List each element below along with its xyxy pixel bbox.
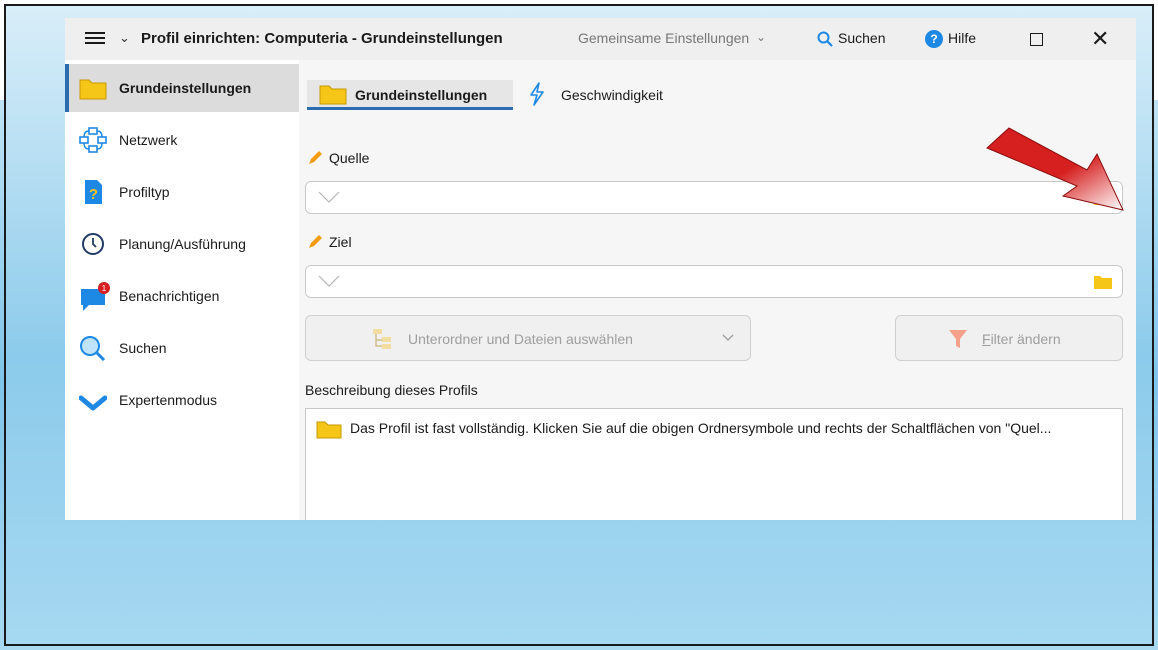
- filter-label: Filter ändern: [982, 331, 1061, 347]
- chevron-down-icon: [722, 334, 734, 341]
- subfolders-button[interactable]: Unterordner und Dateien auswählen: [305, 315, 751, 361]
- search-icon[interactable]: [817, 31, 833, 47]
- help-button[interactable]: Hilfe: [948, 30, 976, 46]
- sidebar-item-label: Suchen: [119, 340, 167, 356]
- shared-settings-button[interactable]: Gemeinsame Einstellungen: [578, 30, 749, 46]
- filter-button[interactable]: Filter ändern: [895, 315, 1123, 361]
- sidebar-item-suchen[interactable]: Suchen: [65, 324, 299, 372]
- target-label: Ziel: [329, 234, 352, 250]
- clock-icon: [82, 233, 104, 255]
- network-icon: [79, 127, 107, 153]
- sidebar-item-label: Expertenmodus: [119, 392, 218, 408]
- app-window: ⌄ Profil einrichten: Computeria - Grunde…: [65, 18, 1136, 520]
- chat-bubble-icon: 1: [81, 282, 110, 311]
- source-label: Quelle: [329, 150, 370, 166]
- sidebar-item-label: Netzwerk: [119, 132, 178, 148]
- sidebar-item-label: Profiltyp: [119, 184, 170, 200]
- subfolders-label: Unterordner und Dateien auswählen: [408, 331, 633, 347]
- tab-label: Geschwindigkeit: [561, 87, 663, 103]
- folder-icon: [79, 79, 107, 100]
- sidebar-item-planung[interactable]: Planung/Ausführung: [65, 220, 299, 268]
- tab-label: Grundeinstellungen: [355, 87, 488, 103]
- chevron-down-icon: [79, 395, 107, 411]
- chevron-down-icon[interactable]: [318, 275, 340, 287]
- description-text: Das Profil ist fast vollständig. Klicken…: [350, 420, 1052, 436]
- folder-icon: [316, 421, 342, 439]
- folder-icon: [319, 85, 347, 105]
- sidebar-item-label: Benachrichtigen: [119, 288, 220, 304]
- maximize-icon[interactable]: [1030, 33, 1043, 46]
- magnifier-icon: [80, 336, 106, 361]
- sidebar-item-label: Planung/Ausführung: [119, 236, 246, 252]
- help-icon[interactable]: ?: [925, 30, 943, 48]
- target-folder-icon[interactable]: [1094, 275, 1112, 289]
- description-box: Das Profil ist fast vollständig. Klicken…: [305, 408, 1123, 520]
- title-bar: ⌄ Profil einrichten: Computeria - Grunde…: [65, 18, 1136, 60]
- description-label: Beschreibung dieses Profils: [305, 382, 478, 398]
- pencil-icon: [309, 151, 322, 164]
- tab-grundeinstellungen[interactable]: Grundeinstellungen: [307, 80, 513, 110]
- target-combobox[interactable]: [305, 265, 1123, 298]
- filter-icon: [949, 330, 967, 348]
- sidebar-item-expertenmodus[interactable]: Expertenmodus: [65, 376, 299, 424]
- question-file-icon: ?: [85, 180, 102, 204]
- window-title: Profil einrichten: Computeria - Grundein…: [141, 30, 503, 47]
- pencil-icon: [309, 235, 322, 248]
- chevron-down-icon[interactable]: ⌄: [756, 30, 766, 44]
- sidebar-item-benachrichtigen[interactable]: 1 Benachrichtigen: [65, 272, 299, 320]
- svg-text:?: ?: [89, 186, 98, 203]
- lightning-icon: [530, 82, 544, 106]
- chevron-down-icon[interactable]: ⌄: [119, 30, 130, 46]
- red-arrow-annotation: [986, 127, 1124, 211]
- sidebar-item-label: Grundeinstellungen: [119, 80, 252, 96]
- close-icon[interactable]: ✕: [1091, 26, 1109, 52]
- menu-icon[interactable]: [85, 29, 105, 49]
- sidebar-item-netzwerk[interactable]: Netzwerk: [65, 116, 299, 164]
- sidebar: Grundeinstellungen Netzwerk ? Profiltyp: [65, 60, 299, 520]
- notification-badge: 1: [102, 284, 107, 293]
- chevron-down-icon[interactable]: [318, 191, 340, 203]
- search-button[interactable]: Suchen: [838, 30, 885, 46]
- tree-icon: [373, 329, 391, 349]
- sidebar-item-grundeinstellungen[interactable]: Grundeinstellungen: [65, 64, 299, 112]
- sidebar-item-profiltyp[interactable]: ? Profiltyp: [65, 168, 299, 216]
- screenshot-frame: ⌄ Profil einrichten: Computeria - Grunde…: [4, 4, 1154, 646]
- tab-geschwindigkeit[interactable]: Geschwindigkeit: [525, 80, 685, 110]
